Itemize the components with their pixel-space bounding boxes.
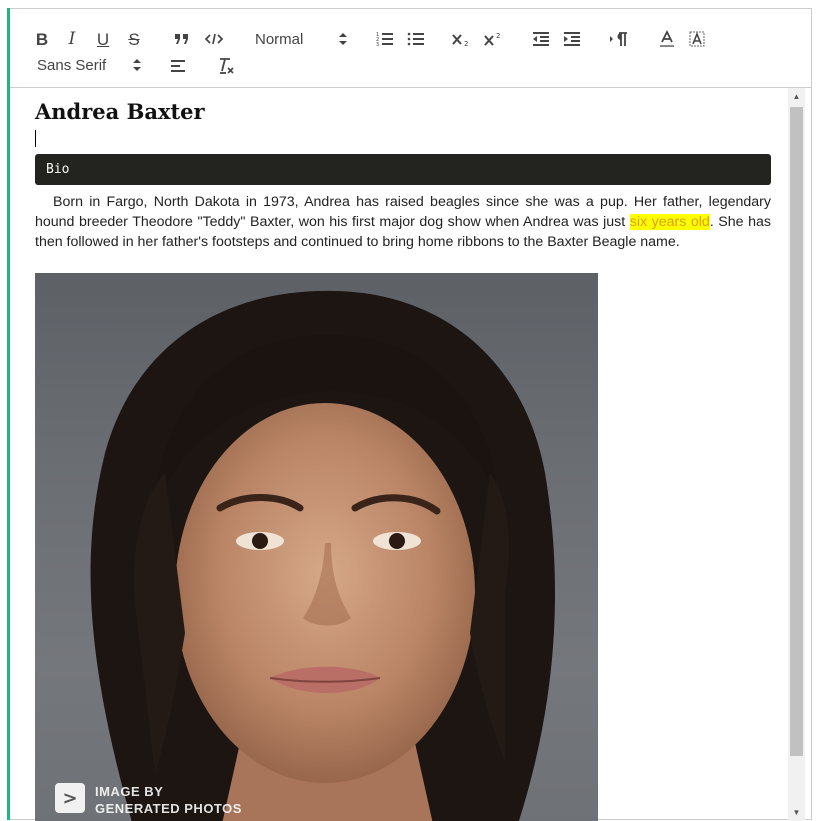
code-button[interactable]: [203, 27, 225, 51]
bullet-list-button[interactable]: [405, 27, 427, 51]
bio-paragraph: Born in Fargo, North Dakota in 1973, And…: [35, 192, 771, 252]
rich-text-editor: B I U S Normal 123 2 2 Sans Serif Andrea…: [10, 8, 812, 821]
clean-format-icon: [220, 58, 234, 74]
text-direction-icon: [610, 32, 627, 46]
italic-button[interactable]: I: [62, 27, 82, 51]
superscript-icon: 2: [484, 32, 500, 46]
underline-button[interactable]: U: [93, 27, 113, 51]
font-picker[interactable]: Sans Serif: [37, 53, 141, 77]
watermark-line-2: GENERATED PHOTOS: [95, 801, 242, 816]
svg-text:3: 3: [376, 42, 379, 47]
outdent-button[interactable]: [530, 27, 552, 51]
bullet-list-icon: [407, 32, 424, 46]
ordered-list-icon: 123: [376, 32, 393, 47]
code-block: Bio: [35, 154, 771, 185]
background-color-icon: [689, 31, 705, 47]
watermark-text: IMAGE BY GENERATED PHOTOS: [95, 783, 242, 817]
underline-icon: U: [96, 29, 110, 49]
ordered-list-button[interactable]: 123: [374, 27, 396, 51]
background-color-button[interactable]: [686, 27, 708, 51]
scroll-down-arrow-icon[interactable]: ▼: [788, 804, 805, 821]
strike-icon: S: [128, 29, 140, 49]
svg-text:2: 2: [464, 40, 468, 47]
italic-icon: I: [68, 28, 76, 49]
header-picker[interactable]: Normal: [255, 27, 347, 51]
align-icon: [171, 60, 185, 72]
blockquote-icon: [175, 34, 188, 44]
header-picker-label: Normal: [255, 30, 304, 48]
clean-format-button[interactable]: [216, 54, 238, 78]
bold-icon: B: [35, 29, 49, 49]
code-icon: [205, 33, 223, 45]
generated-photos-logo-icon: >: [55, 783, 85, 813]
strike-button[interactable]: S: [124, 27, 144, 51]
align-button[interactable]: [167, 54, 189, 78]
subscript-icon: 2: [452, 34, 468, 47]
bold-button[interactable]: B: [32, 27, 52, 51]
outdent-icon: [533, 32, 549, 46]
subscript-button[interactable]: 2: [451, 27, 473, 51]
chevron-up-down-icon: [133, 59, 141, 71]
font-picker-label: Sans Serif: [37, 56, 107, 74]
indent-icon: [564, 32, 580, 46]
text-direction-button[interactable]: [608, 27, 630, 51]
text-color-button[interactable]: [656, 27, 678, 51]
page-title: Andrea Baxter: [35, 99, 205, 124]
scrollbar-thumb[interactable]: [790, 107, 803, 756]
indent-button[interactable]: [561, 27, 583, 51]
svg-text:2: 2: [496, 32, 500, 40]
text-color-icon: [660, 30, 674, 47]
portrait-illustration: [90, 290, 555, 821]
editor-toolbar: B I U S Normal 123 2 2 Sans Serif: [10, 9, 811, 88]
editor-content[interactable]: Andrea Baxter Bio Born in Fargo, North D…: [18, 88, 788, 821]
chevron-up-down-icon: [339, 33, 347, 45]
photo-watermark: > IMAGE BY GENERATED PHOTOS: [55, 783, 242, 817]
text-cursor: [35, 130, 36, 147]
superscript-button[interactable]: 2: [483, 27, 505, 51]
scroll-up-arrow-icon[interactable]: ▲: [788, 88, 805, 105]
portrait-photo[interactable]: > IMAGE BY GENERATED PHOTOS: [35, 273, 598, 821]
vertical-scrollbar[interactable]: ▲ ▼: [788, 88, 805, 821]
watermark-line-1: IMAGE BY: [95, 784, 164, 799]
highlighted-text: six years old: [629, 214, 710, 230]
blockquote-button[interactable]: [172, 27, 192, 51]
